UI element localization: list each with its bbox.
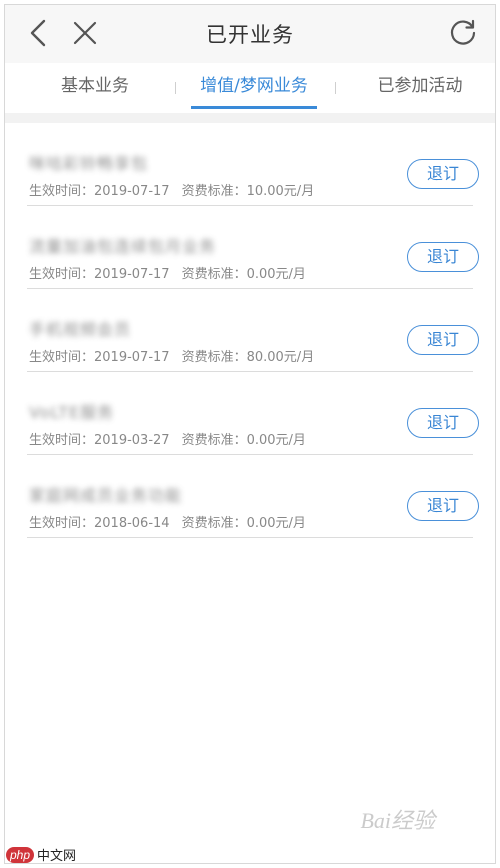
fee-label: 资费标准： (181, 267, 247, 282)
tab-label: 增值/梦网业务 (200, 76, 308, 96)
tab-divider (175, 82, 176, 94)
active-tab-indicator (191, 106, 317, 109)
unsubscribe-button[interactable]: 退订 (407, 159, 479, 189)
effective-label: 生效时间： (29, 267, 95, 282)
fee-value: 0.00元/月 (246, 267, 306, 282)
header-bar: 已开业务 (5, 5, 495, 63)
service-list: 咪咕彩铃畅享包 生效时间：2019-07-17 资费标准：10.00元/月 退订 … (27, 123, 479, 538)
service-item: 流量加油包连续包月业务 生效时间：2019-07-17 资费标准：0.00元/月 … (27, 206, 479, 289)
service-meta: 生效时间：2019-07-17 资费标准：10.00元/月 (29, 180, 314, 199)
effective-label: 生效时间： (29, 516, 95, 531)
baidu-watermark: Bai经验 (360, 808, 435, 833)
tab-joined-activities[interactable]: 已参加活动 (347, 63, 493, 113)
service-name: 咪咕彩铃畅享包 (29, 154, 149, 173)
service-item: 咪咕彩铃畅享包 生效时间：2019-07-17 资费标准：10.00元/月 退订 (27, 123, 479, 206)
service-item: 手机视频会员 生效时间：2019-07-17 资费标准：80.00元/月 退订 (27, 289, 479, 372)
section-gap (5, 113, 495, 123)
tab-value-added-services[interactable]: 增值/梦网业务 (183, 63, 325, 113)
unsubscribe-button[interactable]: 退订 (407, 325, 479, 355)
fee-label: 资费标准： (181, 184, 247, 199)
fee-label: 资费标准： (181, 433, 247, 448)
effective-label: 生效时间： (29, 184, 95, 199)
effective-date: 2019-07-17 (94, 184, 170, 199)
fee-value: 80.00元/月 (246, 350, 315, 365)
fee-label: 资费标准： (181, 516, 247, 531)
refresh-icon (448, 18, 478, 52)
effective-date: 2019-03-27 (94, 433, 170, 448)
effective-date: 2019-07-17 (94, 267, 170, 282)
php-logo: php (6, 846, 35, 863)
unsubscribe-button[interactable]: 退订 (407, 491, 479, 521)
php-site-name: 中文网 (37, 849, 77, 864)
unsubscribe-button[interactable]: 退订 (407, 242, 479, 272)
service-meta: 生效时间：2019-07-17 资费标准：0.00元/月 (29, 263, 306, 282)
service-name: 流量加油包连续包月业务 (29, 237, 217, 256)
effective-label: 生效时间： (29, 350, 95, 365)
fee-value: 0.00元/月 (246, 516, 306, 531)
tab-divider (335, 82, 336, 94)
effective-date: 2018-06-14 (94, 516, 170, 531)
service-item: 家庭网成员业务功能 生效时间：2018-06-14 资费标准：0.00元/月 退订 (27, 455, 479, 538)
tab-label: 已参加活动 (377, 76, 463, 96)
service-meta: 生效时间：2019-03-27 资费标准：0.00元/月 (29, 429, 306, 448)
fee-value: 0.00元/月 (246, 433, 306, 448)
tab-bar: 基本业务 增值/梦网业务 已参加活动 (5, 63, 495, 114)
fee-label: 资费标准： (181, 350, 247, 365)
php-watermark: php 中文网 (6, 845, 76, 864)
fee-value: 10.00元/月 (246, 184, 315, 199)
service-meta: 生效时间：2019-07-17 资费标准：80.00元/月 (29, 346, 314, 365)
effective-label: 生效时间： (29, 433, 95, 448)
tab-basic-services[interactable]: 基本业务 (25, 63, 165, 113)
service-name: 手机视频会员 (29, 320, 132, 339)
refresh-button[interactable] (443, 15, 483, 55)
app-frame: 已开业务 基本业务 增值/梦网业务 已参加活动 咪咕彩铃畅享包 生效时间：201… (4, 4, 496, 864)
service-meta: 生效时间：2018-06-14 资费标准：0.00元/月 (29, 512, 306, 531)
page-title: 已开业务 (206, 23, 294, 47)
service-name: 家庭网成员业务功能 (29, 486, 183, 505)
service-name: VoLTE服务 (29, 403, 115, 422)
tab-label: 基本业务 (61, 76, 129, 96)
effective-date: 2019-07-17 (94, 350, 170, 365)
service-item: VoLTE服务 生效时间：2019-03-27 资费标准：0.00元/月 退订 (27, 372, 479, 455)
unsubscribe-button[interactable]: 退订 (407, 408, 479, 438)
